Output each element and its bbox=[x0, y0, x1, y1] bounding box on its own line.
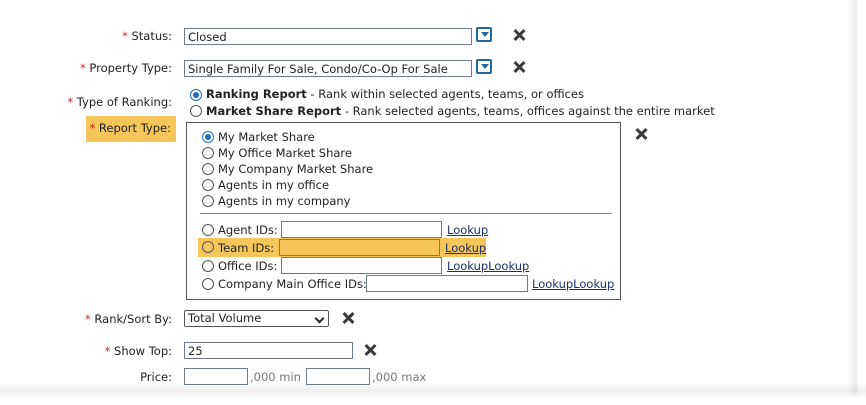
report-type-label: * Report Type: bbox=[86, 121, 171, 135]
agents-in-my-office-option[interactable]: Agents in my office bbox=[218, 178, 329, 192]
market-share-report-option[interactable]: Market Share Report - Rank selected agen… bbox=[206, 104, 715, 118]
required-marker: * bbox=[122, 29, 128, 43]
agent-ids-input[interactable] bbox=[281, 221, 442, 238]
price-max-suffix: ,000 max bbox=[372, 370, 427, 384]
agents-in-my-company-option[interactable]: Agents in my company bbox=[218, 194, 351, 208]
property-type-label: * Property Type: bbox=[60, 61, 172, 75]
ranking-report-title: Ranking Report bbox=[206, 87, 307, 101]
company-main-office-ids-label: Company Main Office IDs: bbox=[218, 277, 367, 291]
close-x-icon[interactable] bbox=[634, 127, 648, 141]
report-type-label-text: Report Type: bbox=[98, 121, 171, 135]
team-ids-radio[interactable] bbox=[202, 241, 214, 253]
company-main-office-ids-input[interactable] bbox=[366, 275, 528, 292]
status-label: * Status: bbox=[60, 29, 172, 43]
required-marker: * bbox=[79, 61, 86, 75]
status-label-text: Status: bbox=[131, 29, 172, 43]
office-ids-radio[interactable] bbox=[202, 260, 214, 272]
my-office-market-share-radio[interactable] bbox=[202, 147, 214, 159]
close-x-icon[interactable] bbox=[512, 60, 526, 74]
team-ids-input[interactable] bbox=[279, 239, 440, 256]
my-market-share-option[interactable]: My Market Share bbox=[218, 130, 315, 144]
agents-in-my-company-radio[interactable] bbox=[202, 195, 214, 207]
my-company-market-share-radio[interactable] bbox=[202, 163, 214, 175]
dropdown-arrow-icon[interactable] bbox=[476, 27, 492, 42]
rank-sort-label-text: Rank/Sort By: bbox=[94, 312, 172, 326]
office-ids-label: Office IDs: bbox=[218, 259, 278, 273]
my-company-market-share-option[interactable]: My Company Market Share bbox=[218, 162, 373, 176]
show-top-label: * Show Top: bbox=[60, 344, 172, 358]
ranking-report-radio[interactable] bbox=[190, 89, 202, 101]
company-main-office-ids-radio[interactable] bbox=[202, 278, 214, 290]
type-of-ranking-label: * Type of Ranking: bbox=[50, 95, 172, 109]
company-main-office-ids-lookup-link[interactable]: LookupLookup bbox=[532, 277, 614, 291]
status-field[interactable]: Closed bbox=[184, 28, 472, 45]
show-top-input[interactable]: 25 bbox=[184, 342, 353, 359]
agent-ids-label: Agent IDs: bbox=[218, 223, 278, 237]
price-min-suffix: ,000 min bbox=[250, 370, 301, 384]
ranking-report-desc: - Rank within selected agents, teams, or… bbox=[306, 87, 584, 101]
close-x-icon[interactable] bbox=[341, 311, 355, 325]
my-market-share-radio[interactable] bbox=[202, 131, 214, 143]
team-ids-label: Team IDs: bbox=[218, 241, 275, 255]
torn-edge-bottom bbox=[0, 383, 866, 405]
office-ids-lookup-link[interactable]: LookupLookup bbox=[447, 259, 529, 273]
close-x-icon[interactable] bbox=[363, 343, 377, 357]
agents-in-my-office-radio[interactable] bbox=[202, 179, 214, 191]
agent-ids-radio[interactable] bbox=[202, 224, 214, 236]
market-share-report-title: Market Share Report bbox=[206, 104, 342, 118]
type-of-ranking-label-text: Type of Ranking: bbox=[76, 95, 172, 109]
required-marker: * bbox=[104, 344, 111, 358]
required-marker: * bbox=[67, 95, 74, 109]
agent-ids-lookup-link[interactable]: Lookup bbox=[447, 223, 488, 237]
price-label: Price: bbox=[140, 370, 172, 384]
ranking-report-option[interactable]: Ranking Report - Rank within selected ag… bbox=[206, 87, 584, 101]
rank-sort-select[interactable]: Total Volume bbox=[184, 310, 329, 327]
required-marker: * bbox=[89, 121, 96, 135]
close-x-icon[interactable] bbox=[512, 28, 526, 42]
office-ids-input[interactable] bbox=[281, 257, 442, 274]
torn-edge-right bbox=[848, 0, 866, 405]
team-ids-lookup-link[interactable]: Lookup bbox=[445, 241, 486, 255]
market-share-report-desc: - Rank selected agents, teams, offices a… bbox=[341, 104, 715, 118]
show-top-label-text: Show Top: bbox=[114, 344, 172, 358]
property-type-field[interactable]: Single Family For Sale, Condo/Co-Op For … bbox=[184, 60, 472, 77]
dropdown-arrow-icon[interactable] bbox=[476, 59, 492, 74]
required-marker: * bbox=[85, 312, 91, 326]
market-share-report-radio[interactable] bbox=[190, 105, 202, 117]
my-office-market-share-option[interactable]: My Office Market Share bbox=[218, 146, 352, 160]
property-type-label-text: Property Type: bbox=[89, 61, 172, 75]
divider bbox=[200, 213, 612, 214]
rank-sort-label: * Rank/Sort By: bbox=[60, 312, 172, 326]
